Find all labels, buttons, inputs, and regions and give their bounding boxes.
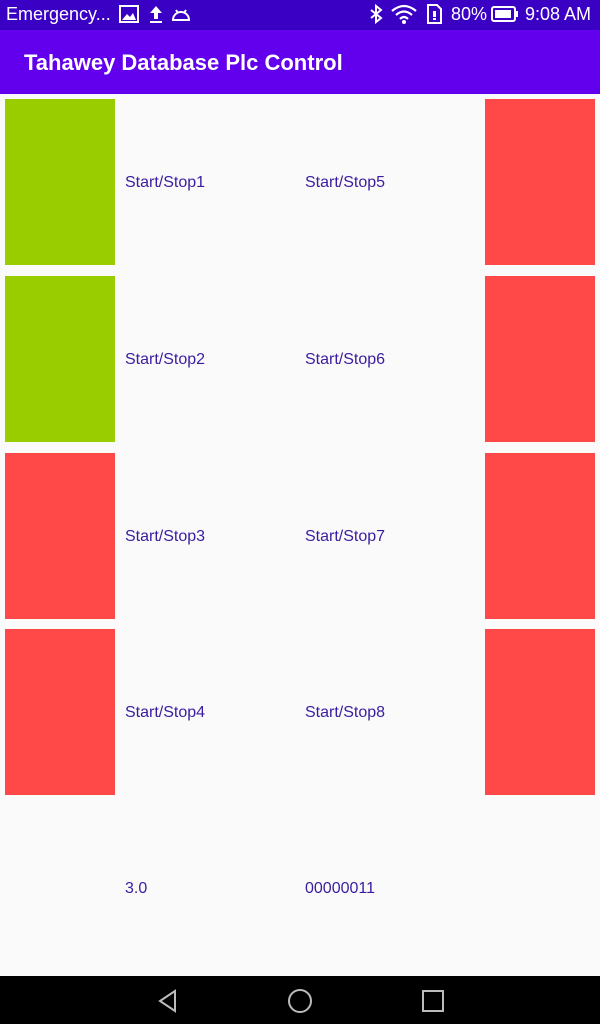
carrier-label: Emergency... bbox=[6, 4, 111, 24]
start-stop-8-button[interactable]: Start/Stop8 bbox=[305, 704, 385, 722]
bluetooth-icon bbox=[370, 3, 383, 25]
motor-8-indicator[interactable] bbox=[485, 629, 595, 795]
motor-6-indicator[interactable] bbox=[485, 276, 595, 442]
battery-icon bbox=[491, 6, 518, 22]
nav-bar bbox=[0, 976, 600, 1024]
start-stop-4-button[interactable]: Start/Stop4 bbox=[125, 704, 205, 722]
motor-7-indicator[interactable] bbox=[485, 453, 595, 619]
image-icon bbox=[119, 5, 139, 23]
home-icon[interactable] bbox=[287, 988, 313, 1014]
back-icon[interactable] bbox=[155, 988, 181, 1014]
value-readout: 3.0 bbox=[125, 880, 148, 897]
app-title: Tahawey Database Plc Control bbox=[24, 50, 343, 75]
start-stop-2-button[interactable]: Start/Stop2 bbox=[125, 351, 205, 369]
clock: 9:08 AM bbox=[525, 4, 592, 24]
motor-1-indicator[interactable] bbox=[5, 99, 115, 265]
app-bar: Tahawey Database Plc Control bbox=[0, 30, 600, 94]
start-stop-1-button[interactable]: Start/Stop1 bbox=[125, 174, 205, 192]
motor-2-indicator[interactable] bbox=[5, 276, 115, 442]
motor-3-indicator[interactable] bbox=[5, 453, 115, 619]
start-stop-5-button[interactable]: Start/Stop5 bbox=[305, 174, 385, 192]
start-stop-7-button[interactable]: Start/Stop7 bbox=[305, 528, 385, 546]
start-stop-3-button[interactable]: Start/Stop3 bbox=[125, 528, 205, 546]
motor-4-indicator[interactable] bbox=[5, 629, 115, 795]
android-icon bbox=[171, 9, 191, 21]
battery-percentage: 80% bbox=[451, 4, 488, 24]
sim-icon bbox=[427, 4, 442, 24]
status-bar: Emergency... 80% 9:08 AM bbox=[0, 0, 600, 30]
control-panel: Start/Stop1 Start/Stop2 Start/Stop3 Star… bbox=[0, 94, 600, 976]
recents-icon[interactable] bbox=[420, 988, 446, 1014]
bits-readout: 00000011 bbox=[305, 880, 375, 897]
upload-icon bbox=[150, 6, 162, 23]
motor-5-indicator[interactable] bbox=[485, 99, 595, 265]
start-stop-6-button[interactable]: Start/Stop6 bbox=[305, 351, 385, 369]
wifi-icon bbox=[391, 4, 417, 24]
